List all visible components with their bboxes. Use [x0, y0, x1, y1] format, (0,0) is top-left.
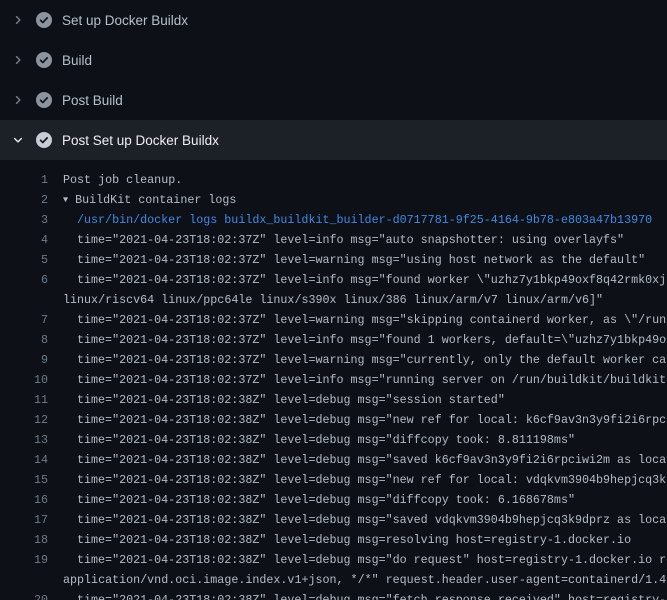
log-line-text: time="2021-04-23T18:02:38Z" level=debug …	[48, 470, 667, 490]
log-line: 20time="2021-04-23T18:02:38Z" level=debu…	[0, 590, 667, 600]
step-header-post-build[interactable]: Post Build	[0, 80, 667, 120]
log-line-text: time="2021-04-23T18:02:37Z" level=info m…	[48, 230, 624, 250]
log-line: 15time="2021-04-23T18:02:38Z" level=debu…	[0, 470, 667, 490]
step-header-set-up-docker-buildx[interactable]: Set up Docker Buildx	[0, 0, 667, 40]
log-line-number[interactable]: 7	[0, 310, 48, 330]
log-line-text: time="2021-04-23T18:02:38Z" level=debug …	[48, 390, 505, 410]
log-line-number[interactable]: 17	[0, 510, 48, 530]
log-line: 13time="2021-04-23T18:02:38Z" level=debu…	[0, 430, 667, 450]
log-command-text: /usr/bin/docker logs buildx_buildkit_bui…	[48, 210, 652, 230]
log-line-number	[0, 290, 48, 310]
log-line-text: time="2021-04-23T18:02:37Z" level=warnin…	[48, 350, 667, 370]
step-title: Set up Docker Buildx	[62, 13, 188, 28]
log-line: application/vnd.oci.image.index.v1+json,…	[0, 570, 667, 590]
log-line-text: linux/riscv64 linux/ppc64le linux/s390x …	[48, 290, 603, 310]
log-line-text: application/vnd.oci.image.index.v1+json,…	[48, 570, 667, 590]
log-line-text: time="2021-04-23T18:02:38Z" level=debug …	[48, 530, 631, 550]
step-title: Post Build	[62, 93, 123, 108]
check-circle-icon	[36, 12, 52, 28]
log-line-text: time="2021-04-23T18:02:37Z" level=info m…	[48, 370, 667, 390]
log-line-text: time="2021-04-23T18:02:38Z" level=debug …	[48, 510, 667, 530]
check-circle-icon	[36, 132, 52, 148]
log-line-text: time="2021-04-23T18:02:38Z" level=debug …	[48, 410, 667, 430]
log-line-text: time="2021-04-23T18:02:38Z" level=debug …	[48, 490, 575, 510]
log-line-text: time="2021-04-23T18:02:37Z" level=info m…	[48, 330, 667, 350]
log-line-text: Post job cleanup.	[48, 170, 182, 190]
log-line-text: time="2021-04-23T18:02:37Z" level=warnin…	[48, 250, 645, 270]
log-line: 8time="2021-04-23T18:02:37Z" level=info …	[0, 330, 667, 350]
log-line-number[interactable]: 1	[0, 170, 48, 190]
log-line: 5time="2021-04-23T18:02:37Z" level=warni…	[0, 250, 667, 270]
group-collapse-icon[interactable]: ▼	[63, 190, 68, 210]
log-line-text: ▼ BuildKit container logs	[48, 190, 236, 210]
log-group-label[interactable]: BuildKit container logs	[75, 193, 236, 207]
log-line-number[interactable]: 20	[0, 590, 48, 600]
log-line: 11time="2021-04-23T18:02:38Z" level=debu…	[0, 390, 667, 410]
log-line: 4time="2021-04-23T18:02:37Z" level=info …	[0, 230, 667, 250]
log-line-number[interactable]: 9	[0, 350, 48, 370]
log-line-text: time="2021-04-23T18:02:37Z" level=info m…	[48, 270, 667, 290]
log-line-number[interactable]: 16	[0, 490, 48, 510]
log-line-text: time="2021-04-23T18:02:38Z" level=debug …	[48, 550, 667, 570]
log-line: 10time="2021-04-23T18:02:37Z" level=info…	[0, 370, 667, 390]
job-log-viewer: Set up Docker Buildx Build Post Build Post …	[0, 0, 667, 600]
log-line-text: time="2021-04-23T18:02:38Z" level=debug …	[48, 590, 667, 600]
log-line-number[interactable]: 11	[0, 390, 48, 410]
step-header-build[interactable]: Build	[0, 40, 667, 80]
log-line-number[interactable]: 18	[0, 530, 48, 550]
log-line-number[interactable]: 6	[0, 270, 48, 290]
check-circle-icon	[36, 52, 52, 68]
log-line-text: time="2021-04-23T18:02:38Z" level=debug …	[48, 450, 667, 470]
log-line-number	[0, 570, 48, 590]
log-line: 17time="2021-04-23T18:02:38Z" level=debu…	[0, 510, 667, 530]
log-line: 16time="2021-04-23T18:02:38Z" level=debu…	[0, 490, 667, 510]
log-line: 14time="2021-04-23T18:02:38Z" level=debu…	[0, 450, 667, 470]
log-line-number[interactable]: 3	[0, 210, 48, 230]
log-line: linux/riscv64 linux/ppc64le linux/s390x …	[0, 290, 667, 310]
log-line-number[interactable]: 14	[0, 450, 48, 470]
log-line-number[interactable]: 15	[0, 470, 48, 490]
step-title: Build	[62, 53, 92, 68]
log-line: 1Post job cleanup.	[0, 170, 667, 190]
log-line-text: time="2021-04-23T18:02:37Z" level=warnin…	[48, 310, 667, 330]
check-circle-icon	[36, 92, 52, 108]
chevron-right-icon	[10, 52, 26, 68]
log-line-text: time="2021-04-23T18:02:38Z" level=debug …	[48, 430, 575, 450]
log-line-number[interactable]: 10	[0, 370, 48, 390]
log-line-number[interactable]: 5	[0, 250, 48, 270]
log-line: 19time="2021-04-23T18:02:38Z" level=debu…	[0, 550, 667, 570]
log-line-number[interactable]: 8	[0, 330, 48, 350]
log-line-number[interactable]: 4	[0, 230, 48, 250]
log-line-number[interactable]: 12	[0, 410, 48, 430]
log-line-number[interactable]: 13	[0, 430, 48, 450]
log-line-number[interactable]: 19	[0, 550, 48, 570]
log-line: 6time="2021-04-23T18:02:37Z" level=info …	[0, 270, 667, 290]
log-line: 18time="2021-04-23T18:02:38Z" level=debu…	[0, 530, 667, 550]
log-line: 2 ▼ BuildKit container logs	[0, 190, 667, 210]
steps-list: Set up Docker Buildx Build Post Build Post …	[0, 0, 667, 160]
chevron-right-icon	[10, 12, 26, 28]
log-line: 9time="2021-04-23T18:02:37Z" level=warni…	[0, 350, 667, 370]
log-line: 3/usr/bin/docker logs buildx_buildkit_bu…	[0, 210, 667, 230]
log-area: 1Post job cleanup.2 ▼ BuildKit container l…	[0, 160, 667, 600]
log-line-number[interactable]: 2	[0, 190, 48, 210]
step-header-post-set-up-docker-buildx[interactable]: Post Set up Docker Buildx	[0, 120, 667, 160]
log-line: 12time="2021-04-23T18:02:38Z" level=debu…	[0, 410, 667, 430]
chevron-right-icon	[10, 92, 26, 108]
log-line: 7time="2021-04-23T18:02:37Z" level=warni…	[0, 310, 667, 330]
chevron-down-icon	[10, 132, 26, 148]
step-title: Post Set up Docker Buildx	[62, 133, 219, 148]
